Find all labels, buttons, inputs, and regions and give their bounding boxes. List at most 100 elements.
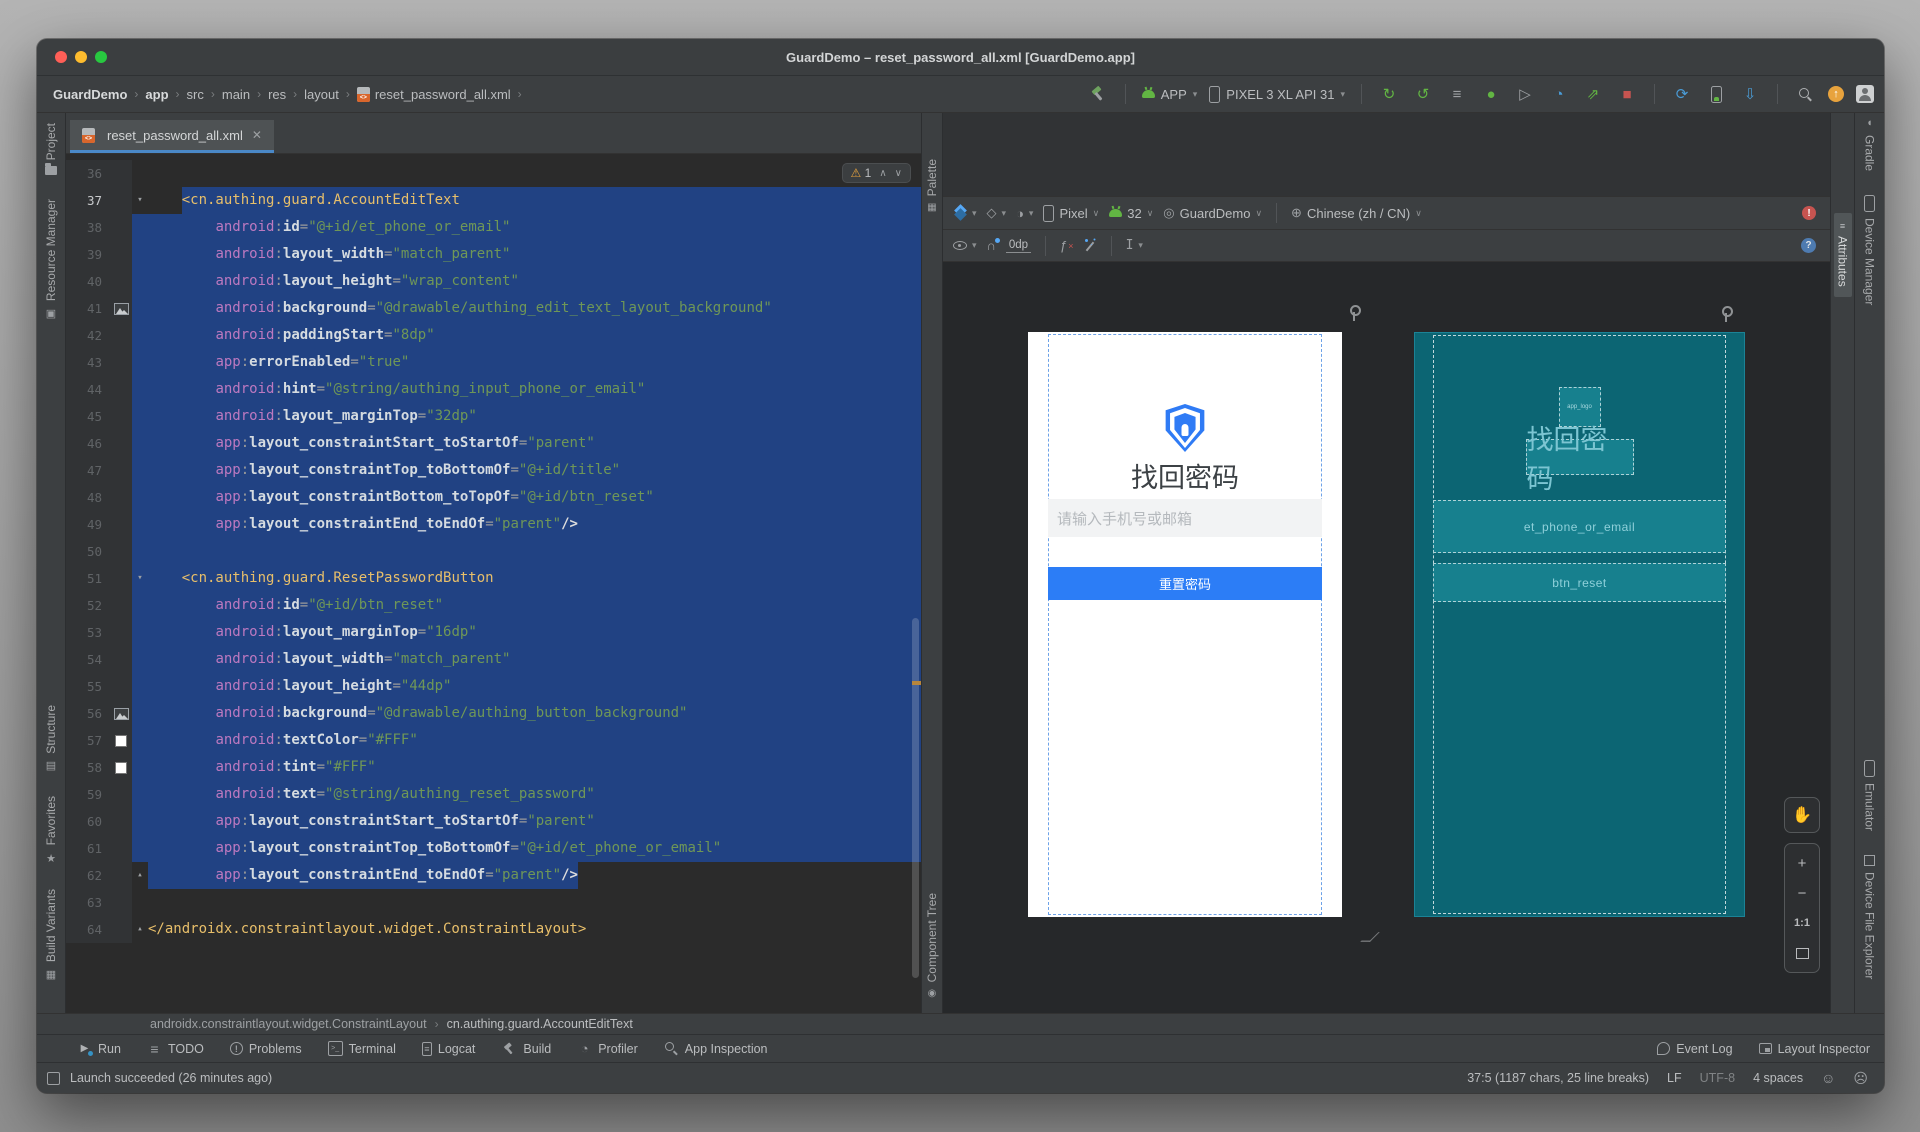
fold-marker[interactable] xyxy=(132,457,148,484)
clear-constraints-button[interactable]: ƒ × xyxy=(1060,238,1074,253)
debug-icon[interactable]: ● xyxy=(1480,83,1502,105)
code-line[interactable]: 38 android: id = "@+id/et_phone_or_email" xyxy=(66,214,921,241)
preview-input-field[interactable]: 请输入手机号或邮箱 xyxy=(1048,499,1322,537)
zoom-window-button[interactable] xyxy=(95,51,107,63)
fold-marker[interactable] xyxy=(132,403,148,430)
previous-problem-icon[interactable]: ∧ xyxy=(879,168,886,179)
code-line[interactable]: 56 android: background = "@drawable/authing… xyxy=(66,700,921,727)
fold-marker[interactable] xyxy=(132,268,148,295)
run-configuration-dropdown[interactable]: APP ▾ xyxy=(1141,87,1197,102)
code-line[interactable]: 61 app: layout_constraintTop_toBottomOf = "… xyxy=(66,835,921,862)
code-editor[interactable]: 36 37 ▾ <cn.authing.guard.AccountEditText 3… xyxy=(66,154,921,1013)
fold-marker[interactable] xyxy=(132,322,148,349)
color-swatch-icon[interactable] xyxy=(115,734,127,747)
view-options-dropdown[interactable]: ▾ xyxy=(953,240,977,251)
toolwindow-button-build[interactable]: Build xyxy=(501,1041,551,1057)
fold-marker[interactable] xyxy=(132,700,148,727)
api-version-dropdown[interactable]: 32 ∨ xyxy=(1109,206,1153,221)
guidelines-dropdown[interactable]: I ▾ xyxy=(1126,238,1143,253)
happy-face-icon[interactable]: ☺ xyxy=(1821,1070,1835,1086)
code-line[interactable]: 54 android: layout_width = "match_parent" xyxy=(66,646,921,673)
code-line[interactable]: 63 xyxy=(66,889,921,916)
fold-marker[interactable] xyxy=(132,349,148,376)
pan-hand-button[interactable]: ✋ xyxy=(1784,797,1820,833)
design-preview-phone[interactable]: 找回密码 请输入手机号或邮箱 重置密码 xyxy=(1028,305,1361,917)
default-margin-selector[interactable]: 0dp xyxy=(1005,239,1032,253)
fold-marker[interactable]: ▾ xyxy=(132,565,148,592)
fold-marker[interactable]: ▾ xyxy=(132,187,148,214)
sidebar-item-emulator[interactable]: Emulator xyxy=(1863,759,1877,831)
toolwindow-button-problems[interactable]: Problems xyxy=(229,1041,302,1057)
breadcrumb-item[interactable]: res xyxy=(268,87,286,102)
apply-code-changes-icon[interactable]: ≡ xyxy=(1446,83,1468,105)
editor-tab[interactable]: reset_password_all.xml ✕ xyxy=(70,120,274,153)
code-line[interactable]: 62 ▴ app: layout_constraintEnd_toEndOf = "pa… xyxy=(66,862,921,889)
code-line[interactable]: 58 android: tint = "#FFF" xyxy=(66,754,921,781)
fold-marker[interactable] xyxy=(132,241,148,268)
device-dropdown[interactable]: PIXEL 3 XL API 31 ▾ xyxy=(1209,85,1345,103)
toolwindow-button-terminal[interactable]: Terminal xyxy=(327,1041,396,1057)
code-line[interactable]: 44 android: hint = "@string/authing_input_p… xyxy=(66,376,921,403)
close-window-button[interactable] xyxy=(55,51,67,63)
breadcrumb-item[interactable]: main xyxy=(222,87,250,102)
fold-marker[interactable] xyxy=(132,592,148,619)
profile-avatar[interactable] xyxy=(1856,85,1874,103)
breadcrumb-item[interactable]: layout xyxy=(304,87,339,102)
theme-dropdown[interactable]: ◎ GuardDemo ∨ xyxy=(1163,205,1262,221)
blueprint-edit-text[interactable]: et_phone_or_email xyxy=(1433,500,1726,553)
code-line[interactable]: 45 android: layout_marginTop = "32dp" xyxy=(66,403,921,430)
fold-marker[interactable] xyxy=(132,673,148,700)
xml-breadcrumb-item[interactable]: cn.authing.guard.AccountEditText xyxy=(447,1017,633,1031)
code-line[interactable]: 64 ▴ </androidx.constraintlayout.widget.Co… xyxy=(66,916,921,943)
fold-marker[interactable] xyxy=(132,511,148,538)
breadcrumb-item[interactable]: GuardDemo xyxy=(53,87,127,102)
toolwindow-button-run[interactable]: Run xyxy=(77,1041,121,1057)
sad-face-icon[interactable]: ☹ xyxy=(1853,1070,1868,1087)
fold-marker[interactable] xyxy=(132,889,148,916)
gradle-sync-icon[interactable]: ⟳ xyxy=(1671,83,1693,105)
sidebar-item-project[interactable]: Project xyxy=(44,123,58,176)
attach-debugger-icon[interactable]: ⇗ xyxy=(1582,83,1604,105)
code-line[interactable]: 50 xyxy=(66,538,921,565)
code-line[interactable]: 37 ▾ <cn.authing.guard.AccountEditText xyxy=(66,187,921,214)
toolwindow-button-todo[interactable]: TODO xyxy=(147,1041,204,1057)
sidebar-item-gradle[interactable]: ◖ Gradle xyxy=(1863,117,1877,171)
design-error-badge[interactable]: ! xyxy=(1802,206,1816,220)
sidebar-item-resource-manager[interactable]: Resource Manager ▣ xyxy=(44,199,58,320)
toolwindow-button-inspection[interactable]: App Inspection xyxy=(664,1041,768,1057)
toolwindow-button-layoutinspector[interactable]: Layout Inspector xyxy=(1758,1042,1870,1056)
fold-marker[interactable] xyxy=(132,538,148,565)
toolwindow-button-logcat[interactable]: Logcat xyxy=(421,1041,475,1057)
attributes-tab[interactable]: ≡ Attributes xyxy=(1833,213,1852,297)
sidebar-item-favorites[interactable]: Favorites ★ xyxy=(44,796,58,864)
profiler-gauge-icon[interactable]: ◔ xyxy=(1548,83,1570,105)
code-line[interactable]: 57 android: textColor = "#FFF" xyxy=(66,727,921,754)
locale-dropdown[interactable]: ⊕ Chinese (zh / CN) ∨ xyxy=(1291,205,1422,221)
design-help-badge[interactable]: ? xyxy=(1801,238,1816,253)
preview-title-text[interactable]: 找回密码 xyxy=(1028,456,1342,495)
fold-marker[interactable] xyxy=(132,646,148,673)
inspection-widget[interactable]: ⚠ 1 ∧ ∨ xyxy=(841,163,911,183)
sidebar-item-build-variants[interactable]: Build Variants ▦ xyxy=(44,889,58,981)
code-line[interactable]: 59 android: text = "@string/authing_reset_p… xyxy=(66,781,921,808)
fold-marker[interactable] xyxy=(132,295,148,322)
device-manager-icon[interactable] xyxy=(1710,85,1722,103)
close-tab-icon[interactable]: ✕ xyxy=(252,128,262,142)
drawable-preview-icon[interactable] xyxy=(113,707,129,720)
editor-scrollbar[interactable] xyxy=(912,618,919,978)
preview-reset-button[interactable]: 重置密码 xyxy=(1048,567,1322,600)
fold-marker[interactable] xyxy=(132,727,148,754)
fold-marker[interactable] xyxy=(132,376,148,403)
zoom-to-fit-button[interactable] xyxy=(1787,940,1817,966)
code-line[interactable]: 36 xyxy=(66,160,921,187)
indent-setting[interactable]: 4 spaces xyxy=(1753,1071,1803,1085)
breadcrumb-item[interactable]: reset_password_all.xml xyxy=(356,86,511,102)
design-surface-dropdown[interactable]: ▾ xyxy=(953,206,977,220)
title-bar[interactable]: GuardDemo – reset_password_all.xml [Guar… xyxy=(37,39,1884,76)
sidebar-item-structure[interactable]: Structure ▤ xyxy=(44,705,58,773)
night-mode-dropdown[interactable]: ◑ ▾ xyxy=(1016,206,1033,221)
fold-marker[interactable] xyxy=(132,754,148,781)
build-hammer-icon[interactable] xyxy=(1090,86,1106,102)
toolwindow-button-eventlog[interactable]: Event Log xyxy=(1657,1042,1733,1056)
code-line[interactable]: 39 android: layout_width = "match_parent" xyxy=(66,241,921,268)
